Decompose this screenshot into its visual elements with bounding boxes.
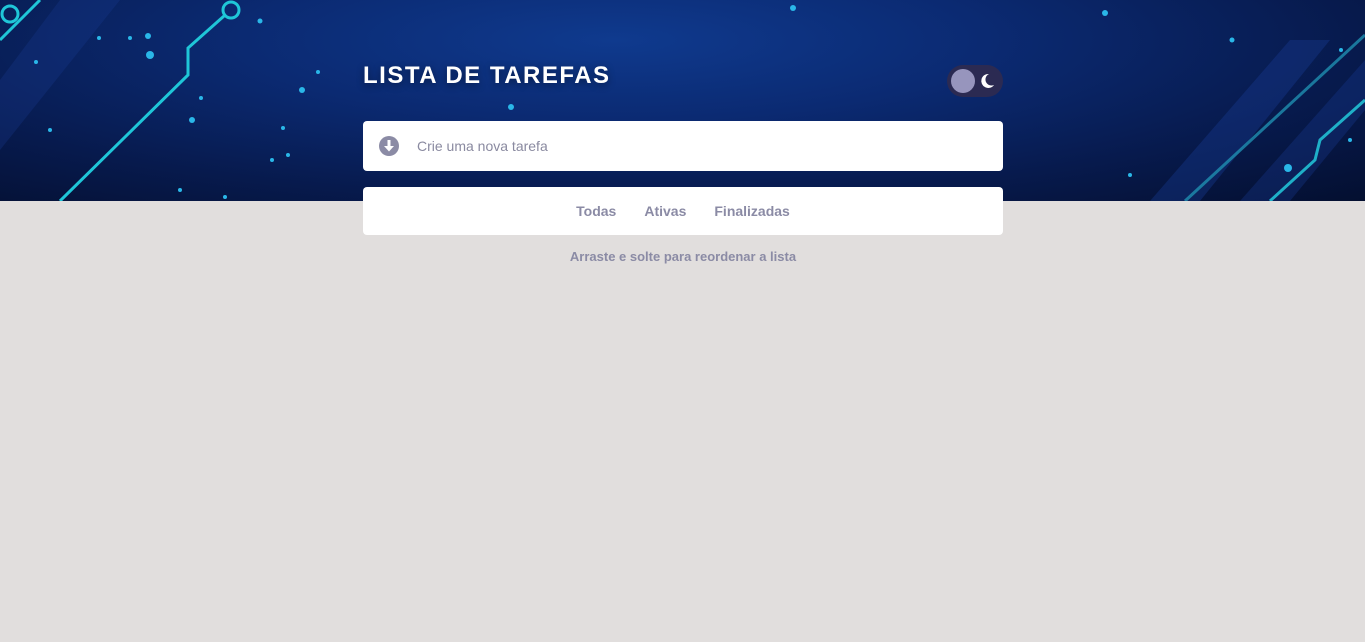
page-title: LISTA DE TAREFAS — [363, 62, 611, 89]
tab-todas[interactable]: Todas — [576, 203, 616, 219]
new-task-box — [363, 121, 1003, 171]
drag-hint: Arraste e solte para reordenar a lista — [569, 249, 797, 264]
tab-finalizadas[interactable]: Finalizadas — [714, 203, 789, 219]
download-arrow-icon[interactable] — [378, 135, 400, 157]
filter-bar: Todas Ativas Finalizadas — [363, 187, 1003, 235]
toggle-knob — [951, 69, 975, 93]
theme-toggle[interactable] — [947, 65, 1003, 97]
new-task-input[interactable] — [417, 121, 987, 171]
moon-icon — [981, 73, 994, 88]
tab-ativas[interactable]: Ativas — [644, 203, 686, 219]
